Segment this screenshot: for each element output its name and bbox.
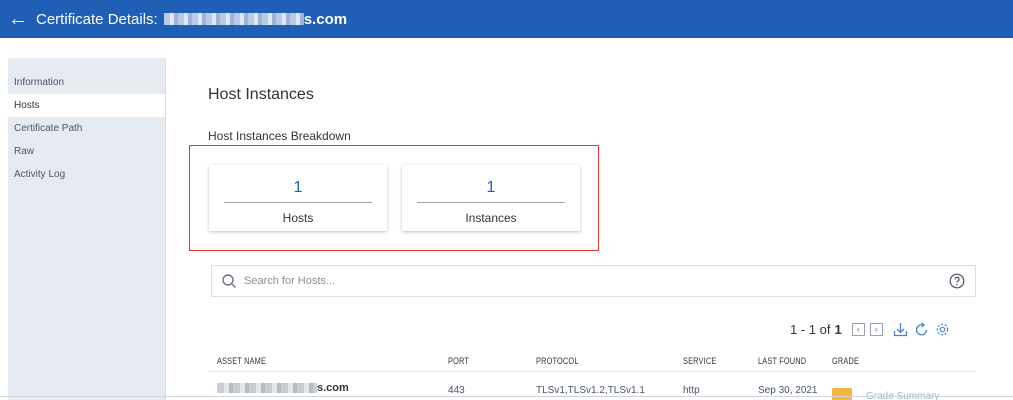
- download-icon[interactable]: [892, 321, 909, 338]
- instances-label: Instances: [465, 211, 517, 225]
- protocol-cell: TLSv1,TLSv1.2,TLSv1.1: [536, 385, 645, 396]
- search-icon: [222, 274, 236, 288]
- bottom-divider: [0, 396, 1013, 397]
- sidebar: Information Hosts Certificate Path Raw A…: [8, 58, 166, 400]
- header-title-label: Certificate Details:: [36, 10, 158, 28]
- column-header-service[interactable]: SERVICE: [683, 356, 716, 366]
- redacted-domain: [163, 13, 304, 25]
- chevron-left-icon[interactable]: ‹: [851, 322, 865, 336]
- chevron-right-icon[interactable]: ›: [869, 322, 883, 336]
- header-title-suffix: s.com: [303, 10, 348, 28]
- back-arrow-icon[interactable]: ←: [8, 9, 36, 29]
- asset-name-cell: s.com: [217, 382, 349, 394]
- hosts-label: Hosts: [282, 211, 314, 225]
- instances-count: 1: [486, 179, 496, 196]
- gear-icon[interactable]: [934, 321, 951, 338]
- page-title: Host Instances: [208, 86, 314, 103]
- search-bar: [211, 265, 976, 297]
- header-bar: ← Certificate Details: s.com: [0, 0, 1013, 38]
- column-header-asset-name[interactable]: ASSET NAME: [217, 356, 266, 366]
- column-header-last-found[interactable]: LAST FOUND: [758, 356, 806, 366]
- asset-name-suffix: s.com: [317, 382, 349, 394]
- page-header-title: Certificate Details: s.com: [36, 11, 347, 28]
- last-found-cell: Sep 30, 2021: [758, 385, 818, 396]
- port-cell: 443: [448, 385, 465, 396]
- sidebar-item-hosts[interactable]: Hosts: [8, 94, 165, 117]
- help-icon[interactable]: [949, 273, 965, 289]
- section-title: Host Instances Breakdown: [208, 129, 351, 143]
- pagination-total: 1: [834, 321, 842, 337]
- sidebar-item-information[interactable]: Information: [8, 71, 165, 94]
- hosts-stat-card[interactable]: 1 Hosts: [209, 165, 387, 231]
- hosts-count: 1: [293, 179, 303, 196]
- column-header-grade[interactable]: GRADE: [832, 356, 859, 366]
- service-cell: http: [683, 385, 700, 396]
- sidebar-item-certificate-path[interactable]: Certificate Path: [8, 117, 165, 140]
- pagination: 1 - 1 of 1 ‹ ›: [790, 320, 951, 338]
- sidebar-item-activity-log[interactable]: Activity Log: [8, 163, 165, 186]
- stat-divider: [417, 202, 565, 203]
- column-header-port[interactable]: PORT: [448, 356, 469, 366]
- sidebar-item-raw[interactable]: Raw: [8, 140, 165, 163]
- refresh-icon[interactable]: [913, 321, 930, 338]
- search-input[interactable]: [244, 275, 949, 287]
- grade-badge: [832, 388, 852, 400]
- column-header-protocol[interactable]: PROTOCOL: [536, 356, 579, 366]
- stat-divider: [224, 202, 372, 203]
- redacted-asset: [217, 383, 317, 394]
- instances-stat-card[interactable]: 1 Instances: [402, 165, 580, 231]
- pagination-range: 1 - 1 of: [790, 321, 831, 337]
- table-header: ASSET NAME PORT PROTOCOL SERVICE LAST FO…: [208, 352, 976, 372]
